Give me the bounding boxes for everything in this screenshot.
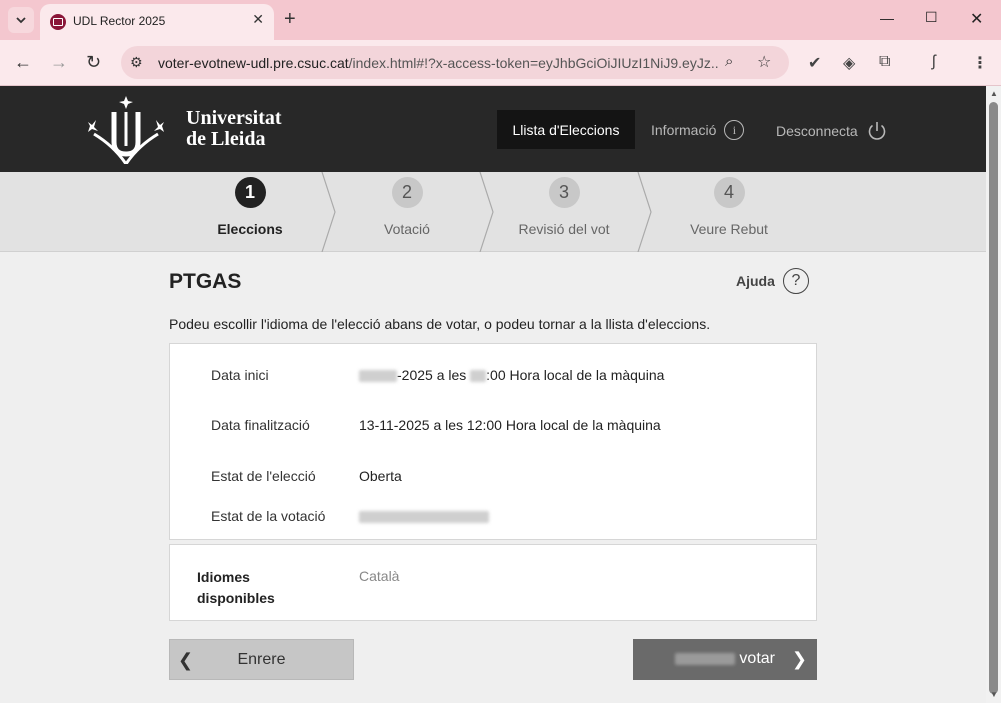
extension-colorful-icon[interactable]: ✔ [808,53,821,73]
new-tab-icon[interactable]: + [284,8,296,30]
detail-value: Oberta [359,468,402,484]
step-label: Votació [384,221,430,237]
step-label: Eleccions [217,221,283,237]
close-tab-icon[interactable]: ✕ [252,11,264,28]
address-bar[interactable]: ⚙ voter-evotnew-udl.pre.csuc.cat/index.h… [121,46,789,79]
page-title: PTGAS [169,270,242,293]
detail-value: -2025 a les :00 Hora local de la màquina [359,367,664,383]
site-favicon-icon [50,14,66,30]
detail-label: Data inici [211,367,269,383]
tab-search-button[interactable] [8,7,34,33]
step-number: 4 [713,177,745,208]
browser-tab-bar: UDL Rector 2025 ✕ + — ☐ ✕ [0,0,1001,40]
nav-logout[interactable]: Desconnecta [776,120,888,142]
step-separator-icon [637,172,652,252]
back-button-label: Enrere [237,651,286,668]
chevron-right-icon: ❯ [791,649,807,669]
nav-information-label: Informació [651,122,717,138]
vote-button[interactable]: votar ❯ [633,639,817,680]
help-question-icon: ? [782,268,809,294]
nav-information[interactable]: Informació i [651,120,745,140]
help-label: Ajuda [736,273,775,289]
chevron-down-icon [16,16,26,23]
election-details-card: Data inici -2025 a les :00 Hora local de… [169,343,817,540]
zoom-icon[interactable]: ⌕ [725,53,733,70]
detail-row-end: Data finalització 13-11-2025 a les 12:00… [211,417,661,433]
close-window-icon[interactable]: ✕ [970,9,983,29]
intro-text: Podeu escollir l'idioma de l'elecció aba… [169,316,711,332]
step-voting: 2 Votació [337,172,477,252]
university-logo-text: Universitat de Lleida [186,107,282,150]
url-text[interactable]: voter-evotnew-udl.pre.csuc.cat/index.htm… [158,55,718,71]
detail-value: 13-11-2025 a les 12:00 Hora local de la … [359,417,661,433]
step-number: 1 [234,177,266,208]
step-label: Veure Rebut [690,221,768,237]
step-review: 3 Revisió del vot [494,172,634,252]
steps-progress: 1 Eleccions 2 Votació 3 Revisió del vot … [0,172,986,252]
power-icon [868,122,886,140]
nav-elections-list[interactable]: Llista d'Eleccions [497,110,635,149]
bookmark-star-icon[interactable]: ☆ [757,52,771,72]
step-separator-icon [321,172,336,252]
forward-arrow-icon[interactable]: → [50,52,68,73]
page-scrollbar[interactable]: ▲ ▼ [986,86,1001,703]
tab-title: UDL Rector 2025 [73,14,166,28]
step-elections: 1 Eleccions [180,172,320,252]
back-button[interactable]: ❮ Enrere [169,639,354,680]
step-receipt: 4 Veure Rebut [654,172,804,252]
nav-logout-label: Desconnecta [776,123,858,139]
detail-label: Estat de l'elecció [211,468,316,484]
languages-label: Idiomes disponibles [197,569,275,606]
back-arrow-icon[interactable]: ← [14,52,32,73]
help-link[interactable]: Ajuda ? [736,268,809,294]
step-label: Revisió del vot [518,221,610,237]
detail-row-election-state: Estat de l'elecció Oberta [211,468,402,484]
info-icon: i [724,120,745,140]
profile-icon[interactable]: ʃ [932,53,936,71]
reload-icon[interactable]: ↻ [86,52,101,73]
detail-row-start: Data inici -2025 a les :00 Hora local de… [211,367,664,383]
detail-value-redacted [359,508,489,524]
detail-label: Data finalització [211,417,310,433]
site-header: Universitat de Lleida Llista d'Eleccions… [0,86,986,172]
scroll-up-icon[interactable]: ▲ [990,89,998,98]
minimize-icon[interactable]: — [880,10,894,26]
menu-kebab-icon[interactable]: ⋮ [972,53,988,73]
university-logo-icon [88,96,164,164]
browser-toolbar: ← → ↻ ⚙ voter-evotnew-udl.pre.csuc.cat/i… [0,40,1001,86]
extension-diamond-icon[interactable]: ◈ [843,53,855,73]
scroll-down-icon[interactable]: ▼ [990,690,998,699]
step-number: 3 [548,177,580,208]
languages-card: Idiomes disponibles Català [169,544,817,621]
browser-tab[interactable]: UDL Rector 2025 ✕ [40,4,274,40]
scrollbar-thumb[interactable] [989,102,998,694]
vote-button-label: votar [675,650,775,668]
extensions-puzzle-icon[interactable]: ⧉ [879,53,890,71]
site-settings-icon[interactable]: ⚙ [130,54,143,71]
language-option-catala[interactable]: Català [359,568,399,584]
step-number: 2 [391,177,423,208]
detail-row-vote-state: Estat de la votació [211,508,489,524]
detail-label: Estat de la votació [211,508,326,524]
maximize-icon[interactable]: ☐ [925,9,938,26]
